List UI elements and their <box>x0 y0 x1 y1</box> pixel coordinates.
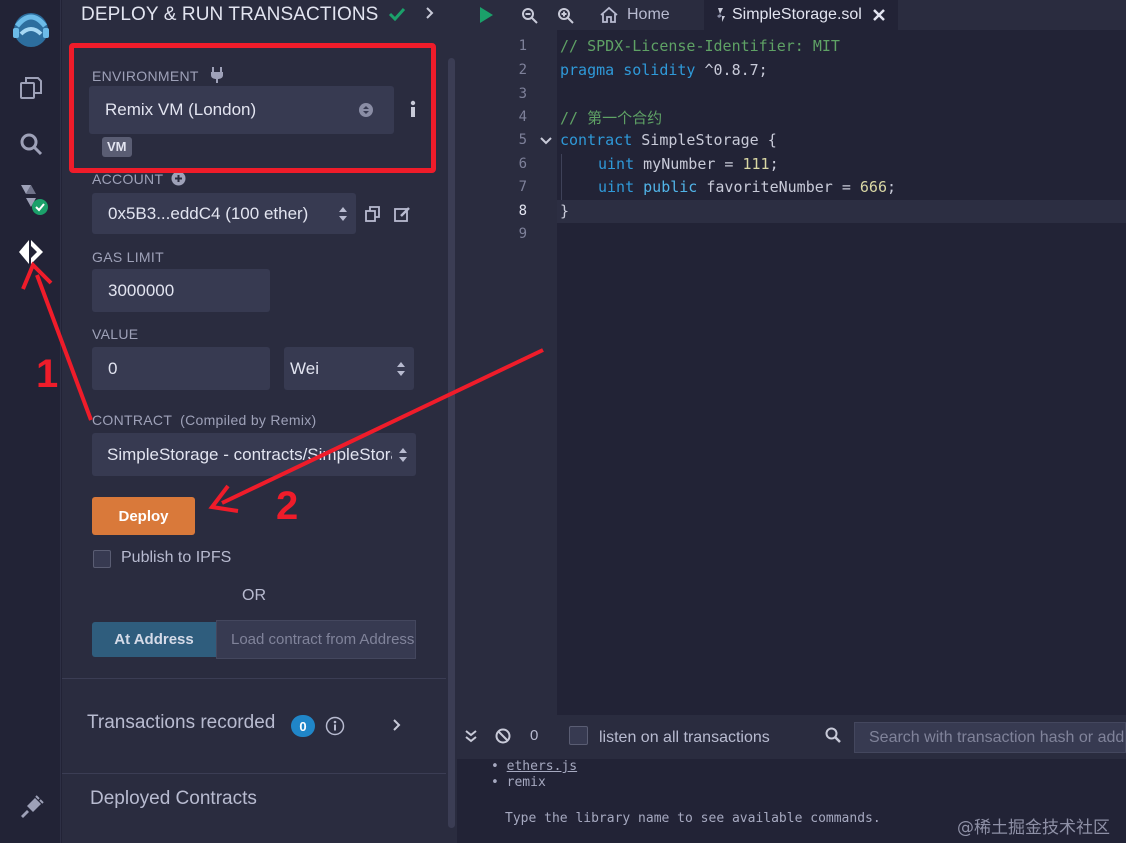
transactions-label: Transactions recorded <box>87 712 276 733</box>
home-icon <box>600 6 618 23</box>
value-input[interactable]: 0 <box>92 347 270 390</box>
line-number: 3 <box>518 86 527 102</box>
line-gutter: 1 2 3 4 5 6 7 8 9 <box>457 30 557 715</box>
edit-icon[interactable] <box>394 206 411 227</box>
plug-icon <box>210 67 223 83</box>
code-line: } <box>560 202 570 220</box>
zoom-out-icon[interactable] <box>521 0 538 30</box>
line-number: 9 <box>518 226 527 242</box>
chevron-right-icon[interactable] <box>392 718 402 732</box>
transactions-count-badge: 0 <box>291 715 315 737</box>
fold-chevron-icon[interactable] <box>539 136 553 146</box>
check-icon <box>388 7 405 22</box>
file-explorer-icon[interactable] <box>0 64 61 112</box>
plus-circle-icon[interactable] <box>171 171 186 186</box>
account-select[interactable]: 0x5B3...eddC4 (100 ether) <box>92 193 356 234</box>
solidity-compiler-icon[interactable] <box>0 175 61 223</box>
line-number: 1 <box>518 38 527 54</box>
deployed-contracts-label: Deployed Contracts <box>90 788 257 809</box>
collapse-terminal-icon[interactable] <box>465 729 477 743</box>
deploy-panel: DEPLOY & RUN TRANSACTIONS ENVIRONMENT Re… <box>62 0 446 843</box>
at-address-button[interactable]: At Address <box>92 622 216 657</box>
search-icon <box>825 727 841 743</box>
current-line-highlight <box>557 200 1126 223</box>
remix-logo-icon[interactable] <box>0 2 61 50</box>
line-number: 6 <box>518 156 527 172</box>
plugin-manager-icon[interactable] <box>0 784 61 832</box>
transactions-recorded-row[interactable]: Transactions recorded 0 <box>62 680 446 770</box>
account-label: ACCOUNT <box>92 171 186 187</box>
run-icon[interactable] <box>477 0 495 30</box>
code-line: // SPDX-License-Identifier: MIT <box>560 37 840 55</box>
panel-title: DEPLOY & RUN TRANSACTIONS <box>81 4 435 26</box>
load-contract-input[interactable]: Load contract from Address <box>216 620 416 659</box>
gas-limit-label: GAS LIMIT <box>92 249 164 265</box>
info-icon[interactable] <box>409 100 417 118</box>
deploy-run-icon[interactable] <box>0 228 61 276</box>
value-label: VALUE <box>92 326 139 342</box>
listen-checkbox[interactable] <box>569 726 588 745</box>
watermark: @稀土掘金技术社区 <box>957 818 1110 838</box>
line-number: 8 <box>518 203 527 219</box>
code-line: uint public favoriteNumber = 666; <box>598 178 897 196</box>
terminal-hint: Type the library name to see available c… <box>505 811 881 826</box>
tab-simplestorage[interactable]: SimpleStorage.sol <box>704 0 898 30</box>
annotation-label-2: 2 <box>276 484 299 528</box>
terminal-search-input[interactable]: Search with transaction hash or address <box>854 722 1126 753</box>
code-line: // 第一个合约 <box>560 109 663 127</box>
code-line: contract SimpleStorage { <box>560 131 777 149</box>
or-label: OR <box>242 587 266 604</box>
list-item[interactable]: • ethers.js <box>491 759 577 774</box>
select-arrows-icon <box>339 206 347 221</box>
zoom-in-icon[interactable] <box>557 0 574 30</box>
info-circle-icon[interactable] <box>325 716 345 736</box>
gas-limit-input[interactable]: 3000000 <box>92 269 270 312</box>
clear-console-icon[interactable] <box>495 728 511 744</box>
code-line: uint myNumber = 111; <box>598 155 779 173</box>
terminal-toolbar: 0 listen on all transactions Search with… <box>457 715 1126 759</box>
copy-icon[interactable] <box>365 206 380 227</box>
divider <box>62 773 446 774</box>
terminal-output: • ethers.js • remix Type the library nam… <box>457 759 1126 843</box>
select-arrows-icon <box>399 447 407 462</box>
listen-label: listen on all transactions <box>599 729 770 746</box>
publish-label: Publish to IPFS <box>121 549 232 566</box>
contract-sublabel: (Compiled by Remix) <box>180 412 317 428</box>
editor-tabs: Home SimpleStorage.sol <box>457 0 1126 30</box>
vm-badge: VM <box>102 137 132 157</box>
editor-area: Home SimpleStorage.sol 1 2 3 4 5 6 7 8 9… <box>457 0 1126 843</box>
line-number: 4 <box>518 109 527 125</box>
environment-select[interactable]: Remix VM (London) <box>89 86 394 134</box>
icon-bar <box>0 0 61 843</box>
contract-label: CONTRACT (Compiled by Remix) <box>92 412 317 428</box>
publish-checkbox[interactable] <box>93 550 111 568</box>
solidity-file-icon <box>717 8 725 22</box>
pending-count: 0 <box>530 727 539 744</box>
deploy-button[interactable]: Deploy <box>92 497 195 535</box>
code-line: pragma solidity ^0.8.7; <box>560 61 768 79</box>
close-icon[interactable] <box>872 8 886 22</box>
environment-label: ENVIRONMENT <box>92 66 225 84</box>
line-number: 2 <box>518 62 527 78</box>
select-arrows-icon <box>359 103 373 117</box>
select-arrows-icon <box>397 361 405 376</box>
annotation-label-1: 1 <box>36 352 59 396</box>
tab-home[interactable]: Home <box>599 0 670 30</box>
search-icon[interactable] <box>0 120 61 168</box>
indent-guide <box>561 154 562 200</box>
chevron-right-icon[interactable] <box>425 6 435 20</box>
contract-select[interactable]: SimpleStorage - contracts/SimpleStorage.… <box>92 433 416 476</box>
panel-scrollbar[interactable] <box>446 0 457 843</box>
divider <box>62 678 446 679</box>
line-number: 5 <box>518 132 527 148</box>
line-number: 7 <box>518 179 527 195</box>
list-item: • remix <box>491 775 546 790</box>
value-unit-select[interactable]: Wei <box>284 347 414 390</box>
